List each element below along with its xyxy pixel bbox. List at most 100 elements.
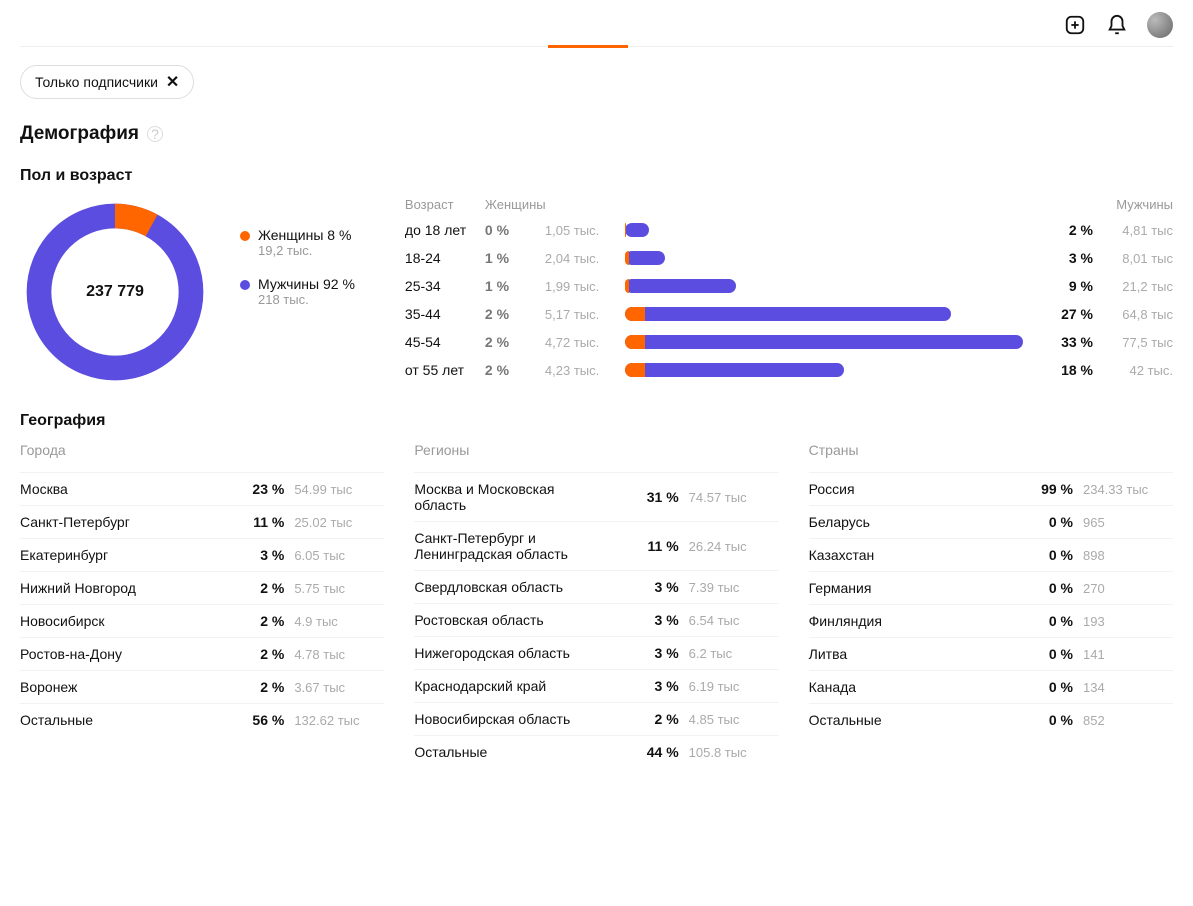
geo-name: Остальные (20, 712, 214, 728)
geo-name: Санкт-Петербург и Ленинградская область (414, 530, 608, 562)
age-label: до 18 лет (405, 222, 475, 238)
legend-men: Мужчины 92 % 218 тыс. (240, 276, 355, 307)
geo-count: 852 (1083, 713, 1173, 728)
geo-countries: Страны Россия99 %234.33 тысБеларусь0 %96… (809, 442, 1173, 768)
gender-donut: 237 779 (20, 197, 210, 387)
geo-count: 898 (1083, 548, 1173, 563)
women-pct: 1 % (485, 250, 535, 266)
geo-row: Свердловская область3 %7.39 тыс (414, 570, 778, 603)
age-label: 25-34 (405, 278, 475, 294)
women-count: 1,05 тыс. (545, 223, 615, 238)
geo-regions: Регионы Москва и Московская область31 %7… (414, 442, 778, 768)
age-bar (625, 279, 1023, 293)
geo-row: Москва23 %54.99 тыс (20, 472, 384, 505)
women-count: 5,17 тыс. (545, 307, 615, 322)
men-count: 64,8 тыс (1103, 307, 1173, 322)
cities-title: Города (20, 442, 384, 458)
geo-name: Новосибирск (20, 613, 214, 629)
filter-chip[interactable]: Только подписчики ✕ (20, 65, 194, 99)
legend-dot (240, 231, 250, 241)
geo-name: Нижний Новгород (20, 580, 214, 596)
women-count: 4,23 тыс. (545, 363, 615, 378)
age-row: от 55 лет2 %4,23 тыс.18 %42 тыс. (405, 362, 1173, 378)
countries-title: Страны (809, 442, 1173, 458)
geo-row: Воронеж 2 % 3.67 тыс (20, 670, 384, 703)
geo-name: Канада (809, 679, 1003, 695)
geo-pct: 3 % (619, 579, 679, 595)
men-pct: 3 % (1033, 250, 1093, 266)
age-row: 35-442 %5,17 тыс.27 %64,8 тыс (405, 306, 1173, 322)
geo-name: Беларусь (809, 514, 1003, 530)
geo-row: Германия0 %270 (809, 571, 1173, 604)
geo-count: 3.67 тыс (294, 680, 384, 695)
geo-count: 965 (1083, 515, 1173, 530)
legend-men-count: 218 тыс. (258, 292, 355, 307)
age-label: 18-24 (405, 250, 475, 266)
geo-row: Казахстан0 %898 (809, 538, 1173, 571)
legend-women-count: 19,2 тыс. (258, 243, 351, 258)
geo-pct: 99 % (1013, 481, 1073, 497)
geo-count: 74.57 тыс (689, 490, 779, 505)
men-count: 21,2 тыс (1103, 279, 1173, 294)
demography-title: Демография ? (20, 123, 1173, 145)
geo-count: 234.33 тыс (1083, 482, 1173, 497)
geo-count: 4.85 тыс (689, 712, 779, 727)
col-men: Мужчины (1033, 197, 1173, 212)
geo-row: Канада0 %134 (809, 670, 1173, 703)
geo-count: 141 (1083, 647, 1173, 662)
geo-count: 105.8 тыс (689, 745, 779, 760)
women-pct: 2 % (485, 362, 535, 378)
age-bar (625, 251, 1023, 265)
geo-count: 6.54 тыс (689, 613, 779, 628)
geo-pct: 56 % (224, 712, 284, 728)
geo-row: Нижний Новгород2 %5.75 тыс (20, 571, 384, 604)
women-pct: 2 % (485, 334, 535, 350)
geo-name: Новосибирская область (414, 711, 608, 727)
men-pct: 33 % (1033, 334, 1093, 350)
geo-name: Ростов-на-Дону (20, 646, 214, 662)
geo-row: Новосибирск 2 % 4.9 тыс (20, 604, 384, 637)
geo-name: Екатеринбург (20, 547, 214, 563)
age-bar (625, 335, 1023, 349)
geo-count: 134 (1083, 680, 1173, 695)
geo-name: Нижегородская область (414, 645, 608, 661)
geo-name: Германия (809, 580, 1003, 596)
geo-pct: 31 % (619, 489, 679, 505)
add-icon[interactable] (1063, 13, 1087, 37)
geo-row: Россия99 %234.33 тыс (809, 472, 1173, 505)
geo-pct: 11 % (224, 514, 284, 530)
help-icon[interactable]: ? (147, 126, 163, 142)
age-table-head: Возраст Женщины Мужчины (405, 197, 1173, 212)
men-pct: 9 % (1033, 278, 1093, 294)
geo-name: Ростовская область (414, 612, 608, 628)
bell-icon[interactable] (1105, 13, 1129, 37)
geo-count: 4.78 тыс (294, 647, 384, 662)
geo-name: Воронеж (20, 679, 214, 695)
men-count: 42 тыс. (1103, 363, 1173, 378)
geo-name: Финляндия (809, 613, 1003, 629)
col-women: Женщины (485, 197, 615, 212)
legend-dot (240, 280, 250, 290)
geo-pct: 0 % (1013, 514, 1073, 530)
age-label: 45-54 (405, 334, 475, 350)
geo-count: 6.05 тыс (294, 548, 384, 563)
men-count: 8,01 тыс (1103, 251, 1173, 266)
women-pct: 2 % (485, 306, 535, 322)
geo-row: Остальные44 %105.8 тыс (414, 735, 778, 768)
geo-count: 6.19 тыс (689, 679, 779, 694)
topbar (20, 0, 1173, 46)
geo-pct: 2 % (224, 613, 284, 629)
geo-row: Санкт-Петербург и Ленинградская область1… (414, 521, 778, 570)
geo-row: Санкт-Петербург11 %25.02 тыс (20, 505, 384, 538)
geography-title: География (20, 412, 1173, 430)
avatar[interactable] (1147, 12, 1173, 38)
age-label: 35-44 (405, 306, 475, 322)
age-row: 25-341 %1,99 тыс.9 %21,2 тыс (405, 278, 1173, 294)
geo-name: Казахстан (809, 547, 1003, 563)
close-icon[interactable]: ✕ (166, 72, 179, 92)
women-pct: 0 % (485, 222, 535, 238)
geo-count: 4.9 тыс (294, 614, 384, 629)
geo-count: 54.99 тыс (294, 482, 384, 497)
geo-pct: 2 % (224, 679, 284, 695)
age-label: от 55 лет (405, 362, 475, 378)
